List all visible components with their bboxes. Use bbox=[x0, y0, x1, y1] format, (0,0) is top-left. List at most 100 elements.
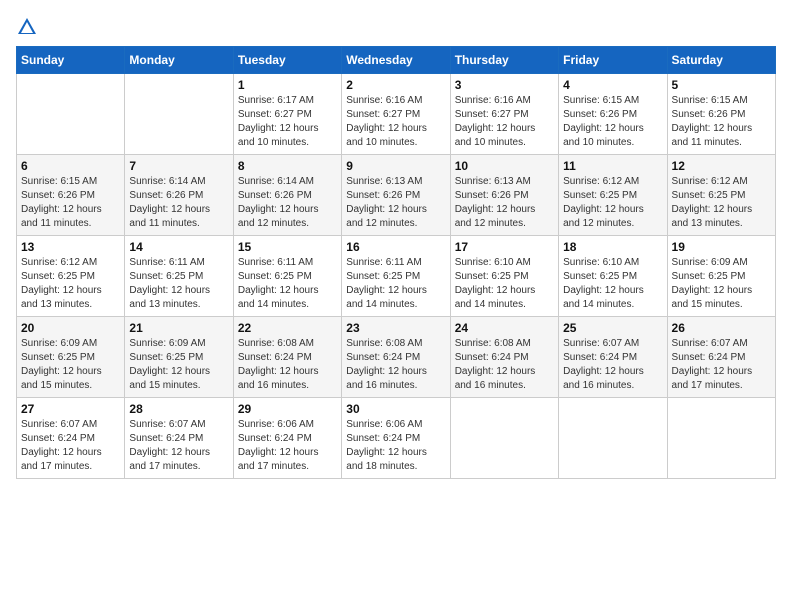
calendar-cell: 16 Sunrise: 6:11 AM Sunset: 6:25 PM Dayli… bbox=[342, 236, 450, 317]
weekday-header-thursday: Thursday bbox=[450, 47, 558, 74]
day-number: 26 bbox=[672, 321, 771, 335]
calendar-cell bbox=[125, 74, 233, 155]
day-info: Sunrise: 6:10 AM Sunset: 6:25 PM Dayligh… bbox=[455, 256, 554, 312]
calendar-cell: 9 Sunrise: 6:13 AM Sunset: 6:26 PM Daylig… bbox=[342, 155, 450, 236]
day-info: Sunrise: 6:15 AM Sunset: 6:26 PM Dayligh… bbox=[672, 94, 771, 150]
calendar-cell: 30 Sunrise: 6:06 AM Sunset: 6:24 PM Dayli… bbox=[342, 398, 450, 479]
day-info: Sunrise: 6:07 AM Sunset: 6:24 PM Dayligh… bbox=[21, 418, 120, 474]
day-info: Sunrise: 6:12 AM Sunset: 6:25 PM Dayligh… bbox=[21, 256, 120, 312]
day-info: Sunrise: 6:13 AM Sunset: 6:26 PM Dayligh… bbox=[455, 175, 554, 231]
calendar-cell: 21Sunrise: 6:09 AM Sunset: 6:25 PM Dayli… bbox=[125, 317, 233, 398]
calendar-cell: 6Sunrise: 6:15 AM Sunset: 6:26 PM Daylig… bbox=[17, 155, 125, 236]
calendar-week-row: 13Sunrise: 6:12 AM Sunset: 6:25 PM Dayli… bbox=[17, 236, 776, 317]
day-number: 2 bbox=[346, 78, 445, 92]
calendar-cell: 15 Sunrise: 6:11 AM Sunset: 6:25 PM Dayli… bbox=[233, 236, 341, 317]
day-number: 1 bbox=[238, 78, 337, 92]
day-info: Sunrise: 6:10 AM Sunset: 6:25 PM Dayligh… bbox=[563, 256, 662, 312]
weekday-header-tuesday: Tuesday bbox=[233, 47, 341, 74]
calendar-cell: 23 Sunrise: 6:08 AM Sunset: 6:24 PM Dayli… bbox=[342, 317, 450, 398]
day-info: Sunrise: 6:07 AM Sunset: 6:24 PM Dayligh… bbox=[563, 337, 662, 393]
calendar-body: 1 Sunrise: 6:17 AM Sunset: 6:27 PM Daylig… bbox=[17, 74, 776, 479]
calendar-cell: 1 Sunrise: 6:17 AM Sunset: 6:27 PM Daylig… bbox=[233, 74, 341, 155]
calendar-header: SundayMondayTuesdayWednesdayThursdayFrid… bbox=[17, 47, 776, 74]
day-info: Sunrise: 6:15 AM Sunset: 6:26 PM Dayligh… bbox=[563, 94, 662, 150]
page-header bbox=[16, 16, 776, 38]
calendar-table: SundayMondayTuesdayWednesdayThursdayFrid… bbox=[16, 46, 776, 479]
day-number: 10 bbox=[455, 159, 554, 173]
calendar-cell: 19Sunrise: 6:09 AM Sunset: 6:25 PM Dayli… bbox=[667, 236, 775, 317]
calendar-cell: 20 Sunrise: 6:09 AM Sunset: 6:25 PM Dayli… bbox=[17, 317, 125, 398]
day-number: 25 bbox=[563, 321, 662, 335]
calendar-cell: 12 Sunrise: 6:12 AM Sunset: 6:25 PM Dayli… bbox=[667, 155, 775, 236]
weekday-header-friday: Friday bbox=[559, 47, 667, 74]
day-number: 20 bbox=[21, 321, 120, 335]
calendar-cell: 29 Sunrise: 6:06 AM Sunset: 6:24 PM Dayli… bbox=[233, 398, 341, 479]
calendar-cell: 7 Sunrise: 6:14 AM Sunset: 6:26 PM Daylig… bbox=[125, 155, 233, 236]
day-info: Sunrise: 6:16 AM Sunset: 6:27 PM Dayligh… bbox=[346, 94, 445, 150]
day-number: 28 bbox=[129, 402, 228, 416]
weekday-header-saturday: Saturday bbox=[667, 47, 775, 74]
day-number: 30 bbox=[346, 402, 445, 416]
day-info: Sunrise: 6:17 AM Sunset: 6:27 PM Dayligh… bbox=[238, 94, 337, 150]
calendar-week-row: 6Sunrise: 6:15 AM Sunset: 6:26 PM Daylig… bbox=[17, 155, 776, 236]
weekday-header-wednesday: Wednesday bbox=[342, 47, 450, 74]
day-info: Sunrise: 6:06 AM Sunset: 6:24 PM Dayligh… bbox=[346, 418, 445, 474]
day-number: 9 bbox=[346, 159, 445, 173]
day-number: 12 bbox=[672, 159, 771, 173]
calendar-cell: 27 Sunrise: 6:07 AM Sunset: 6:24 PM Dayli… bbox=[17, 398, 125, 479]
weekday-header-sunday: Sunday bbox=[17, 47, 125, 74]
weekday-header-row: SundayMondayTuesdayWednesdayThursdayFrid… bbox=[17, 47, 776, 74]
day-number: 16 bbox=[346, 240, 445, 254]
day-info: Sunrise: 6:11 AM Sunset: 6:25 PM Dayligh… bbox=[238, 256, 337, 312]
calendar-cell: 10 Sunrise: 6:13 AM Sunset: 6:26 PM Dayli… bbox=[450, 155, 558, 236]
day-info: Sunrise: 6:14 AM Sunset: 6:26 PM Dayligh… bbox=[129, 175, 228, 231]
day-number: 27 bbox=[21, 402, 120, 416]
day-number: 8 bbox=[238, 159, 337, 173]
calendar-week-row: 27 Sunrise: 6:07 AM Sunset: 6:24 PM Dayli… bbox=[17, 398, 776, 479]
calendar-cell: 22 Sunrise: 6:08 AM Sunset: 6:24 PM Dayli… bbox=[233, 317, 341, 398]
day-number: 15 bbox=[238, 240, 337, 254]
day-info: Sunrise: 6:08 AM Sunset: 6:24 PM Dayligh… bbox=[346, 337, 445, 393]
calendar-cell: 2 Sunrise: 6:16 AM Sunset: 6:27 PM Daylig… bbox=[342, 74, 450, 155]
day-info: Sunrise: 6:16 AM Sunset: 6:27 PM Dayligh… bbox=[455, 94, 554, 150]
day-info: Sunrise: 6:09 AM Sunset: 6:25 PM Dayligh… bbox=[129, 337, 228, 393]
day-number: 14 bbox=[129, 240, 228, 254]
day-info: Sunrise: 6:11 AM Sunset: 6:25 PM Dayligh… bbox=[346, 256, 445, 312]
day-number: 23 bbox=[346, 321, 445, 335]
calendar-cell: 13Sunrise: 6:12 AM Sunset: 6:25 PM Dayli… bbox=[17, 236, 125, 317]
calendar-cell: 8 Sunrise: 6:14 AM Sunset: 6:26 PM Daylig… bbox=[233, 155, 341, 236]
weekday-header-monday: Monday bbox=[125, 47, 233, 74]
calendar-cell bbox=[667, 398, 775, 479]
calendar-cell: 4Sunrise: 6:15 AM Sunset: 6:26 PM Daylig… bbox=[559, 74, 667, 155]
day-number: 6 bbox=[21, 159, 120, 173]
day-number: 18 bbox=[563, 240, 662, 254]
day-number: 7 bbox=[129, 159, 228, 173]
day-info: Sunrise: 6:12 AM Sunset: 6:25 PM Dayligh… bbox=[563, 175, 662, 231]
day-info: Sunrise: 6:09 AM Sunset: 6:25 PM Dayligh… bbox=[672, 256, 771, 312]
day-info: Sunrise: 6:13 AM Sunset: 6:26 PM Dayligh… bbox=[346, 175, 445, 231]
calendar-cell: 11 Sunrise: 6:12 AM Sunset: 6:25 PM Dayli… bbox=[559, 155, 667, 236]
day-number: 11 bbox=[563, 159, 662, 173]
day-number: 29 bbox=[238, 402, 337, 416]
day-info: Sunrise: 6:09 AM Sunset: 6:25 PM Dayligh… bbox=[21, 337, 120, 393]
calendar-cell: 24 Sunrise: 6:08 AM Sunset: 6:24 PM Dayli… bbox=[450, 317, 558, 398]
calendar-cell: 26 Sunrise: 6:07 AM Sunset: 6:24 PM Dayli… bbox=[667, 317, 775, 398]
day-info: Sunrise: 6:08 AM Sunset: 6:24 PM Dayligh… bbox=[238, 337, 337, 393]
day-info: Sunrise: 6:08 AM Sunset: 6:24 PM Dayligh… bbox=[455, 337, 554, 393]
logo bbox=[16, 16, 42, 38]
day-info: Sunrise: 6:12 AM Sunset: 6:25 PM Dayligh… bbox=[672, 175, 771, 231]
calendar-cell bbox=[17, 74, 125, 155]
day-info: Sunrise: 6:14 AM Sunset: 6:26 PM Dayligh… bbox=[238, 175, 337, 231]
day-number: 5 bbox=[672, 78, 771, 92]
day-info: Sunrise: 6:07 AM Sunset: 6:24 PM Dayligh… bbox=[129, 418, 228, 474]
calendar-cell: 5 Sunrise: 6:15 AM Sunset: 6:26 PM Daylig… bbox=[667, 74, 775, 155]
logo-icon bbox=[16, 16, 38, 38]
day-info: Sunrise: 6:06 AM Sunset: 6:24 PM Dayligh… bbox=[238, 418, 337, 474]
day-number: 3 bbox=[455, 78, 554, 92]
day-info: Sunrise: 6:07 AM Sunset: 6:24 PM Dayligh… bbox=[672, 337, 771, 393]
calendar-cell: 28 Sunrise: 6:07 AM Sunset: 6:24 PM Dayli… bbox=[125, 398, 233, 479]
day-number: 24 bbox=[455, 321, 554, 335]
day-number: 22 bbox=[238, 321, 337, 335]
calendar-cell bbox=[450, 398, 558, 479]
calendar-cell: 25 Sunrise: 6:07 AM Sunset: 6:24 PM Dayli… bbox=[559, 317, 667, 398]
